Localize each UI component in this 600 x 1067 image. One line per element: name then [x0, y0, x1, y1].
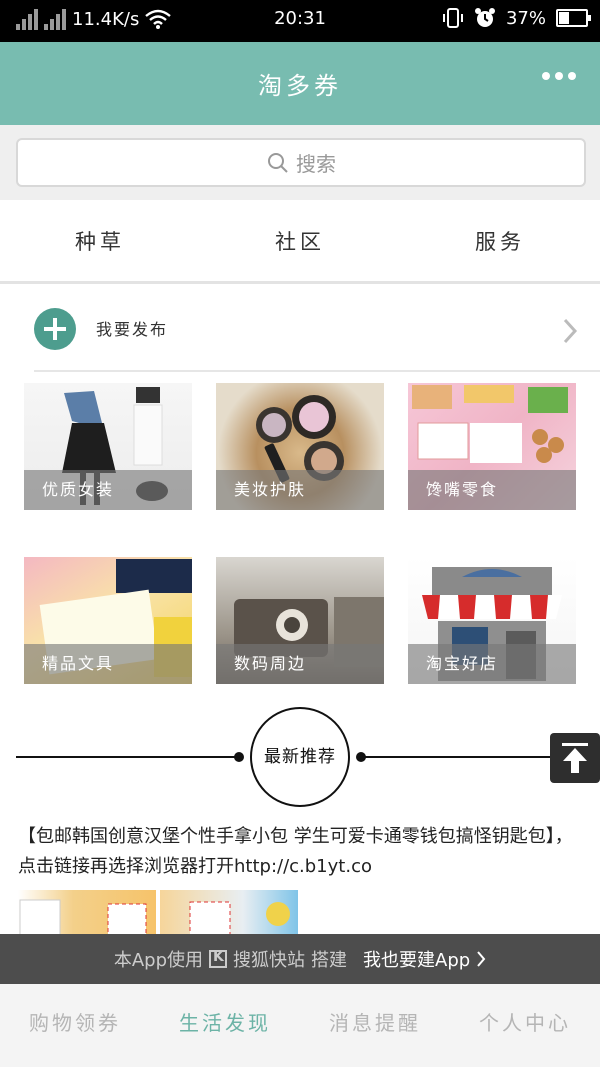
category-label: 数码周边	[216, 644, 384, 684]
promo-brand: 搜狐快站	[233, 950, 305, 971]
section-dot-left	[234, 752, 244, 762]
tab-service[interactable]: 服务	[400, 200, 600, 281]
category-tile-womens-clothing[interactable]: 优质女装	[24, 383, 192, 510]
promo-prefix: 本App使用	[113, 950, 203, 971]
section-title: 最新推荐	[250, 707, 350, 807]
category-label: 馋嘴零食	[408, 470, 576, 510]
tab-community[interactable]: 社区	[200, 200, 400, 281]
battery-icon	[556, 9, 591, 27]
chevron-right-icon	[563, 318, 578, 344]
section-dot-right	[356, 752, 366, 762]
article-text[interactable]: 【包邮韩国创意汉堡个性手拿小包 学生可爱卡通零钱包搞怪钥匙包】，点击链接再选择浏…	[18, 822, 586, 882]
status-bar: 11.4K/s 20:31 37%	[0, 0, 600, 42]
section-line-right	[360, 756, 550, 758]
nav-personal-center[interactable]: 个人中心	[450, 984, 600, 1067]
vibrate-icon	[442, 8, 463, 28]
divider	[34, 370, 600, 372]
category-label: 淘宝好店	[408, 644, 576, 684]
promo-suffix: 搭建	[311, 950, 347, 971]
back-to-top-button[interactable]	[550, 733, 600, 783]
category-label: 优质女装	[24, 470, 192, 510]
app-bar: 淘多券	[0, 42, 600, 125]
search-placeholder: 搜索	[296, 152, 336, 176]
top-tabs: 种草 社区 服务	[0, 200, 600, 284]
kuaizhan-logo-icon	[209, 949, 227, 968]
arrow-up-icon	[562, 743, 588, 773]
search-area: 搜索	[0, 125, 600, 200]
bottom-nav: 购物领券 生活发现 消息提醒 个人中心	[0, 984, 600, 1067]
category-tile-digital[interactable]: 数码周边	[216, 557, 384, 684]
nav-shopping-coupons[interactable]: 购物领券	[0, 984, 150, 1067]
nav-notifications[interactable]: 消息提醒	[300, 984, 450, 1067]
page-title: 淘多券	[258, 72, 342, 100]
section-line-left	[16, 756, 240, 758]
chevron-right-icon	[477, 951, 486, 967]
category-tile-taobao-shops[interactable]: 淘宝好店	[408, 557, 576, 684]
category-label: 美妆护肤	[216, 470, 384, 510]
build-app-link[interactable]: 我也要建App	[363, 946, 470, 972]
category-label: 精品文具	[24, 644, 192, 684]
category-tile-beauty[interactable]: 美妆护肤	[216, 383, 384, 510]
search-input[interactable]: 搜索	[16, 138, 586, 187]
promo-bar[interactable]: 本App使用 搜狐快站 搭建 我也要建App	[0, 934, 600, 984]
tab-zhongcao[interactable]: 种草	[0, 200, 200, 281]
battery-percent: 37%	[505, 7, 546, 29]
article-thumbnail[interactable]	[160, 890, 298, 936]
category-tile-snacks[interactable]: 馋嘴零食	[408, 383, 576, 510]
category-tile-stationery[interactable]: 精品文具	[24, 557, 192, 684]
search-icon	[268, 152, 288, 173]
nav-life-discovery[interactable]: 生活发现	[150, 984, 300, 1067]
publish-row[interactable]: 我要发布	[0, 288, 600, 372]
publish-label: 我要发布	[96, 320, 169, 339]
alarm-icon	[474, 8, 495, 27]
battery-fill	[559, 12, 569, 24]
more-dots-icon[interactable]	[542, 72, 576, 80]
plus-circle-icon	[34, 308, 76, 350]
article-thumbnail[interactable]	[18, 890, 156, 936]
status-right: 37%	[442, 7, 591, 29]
